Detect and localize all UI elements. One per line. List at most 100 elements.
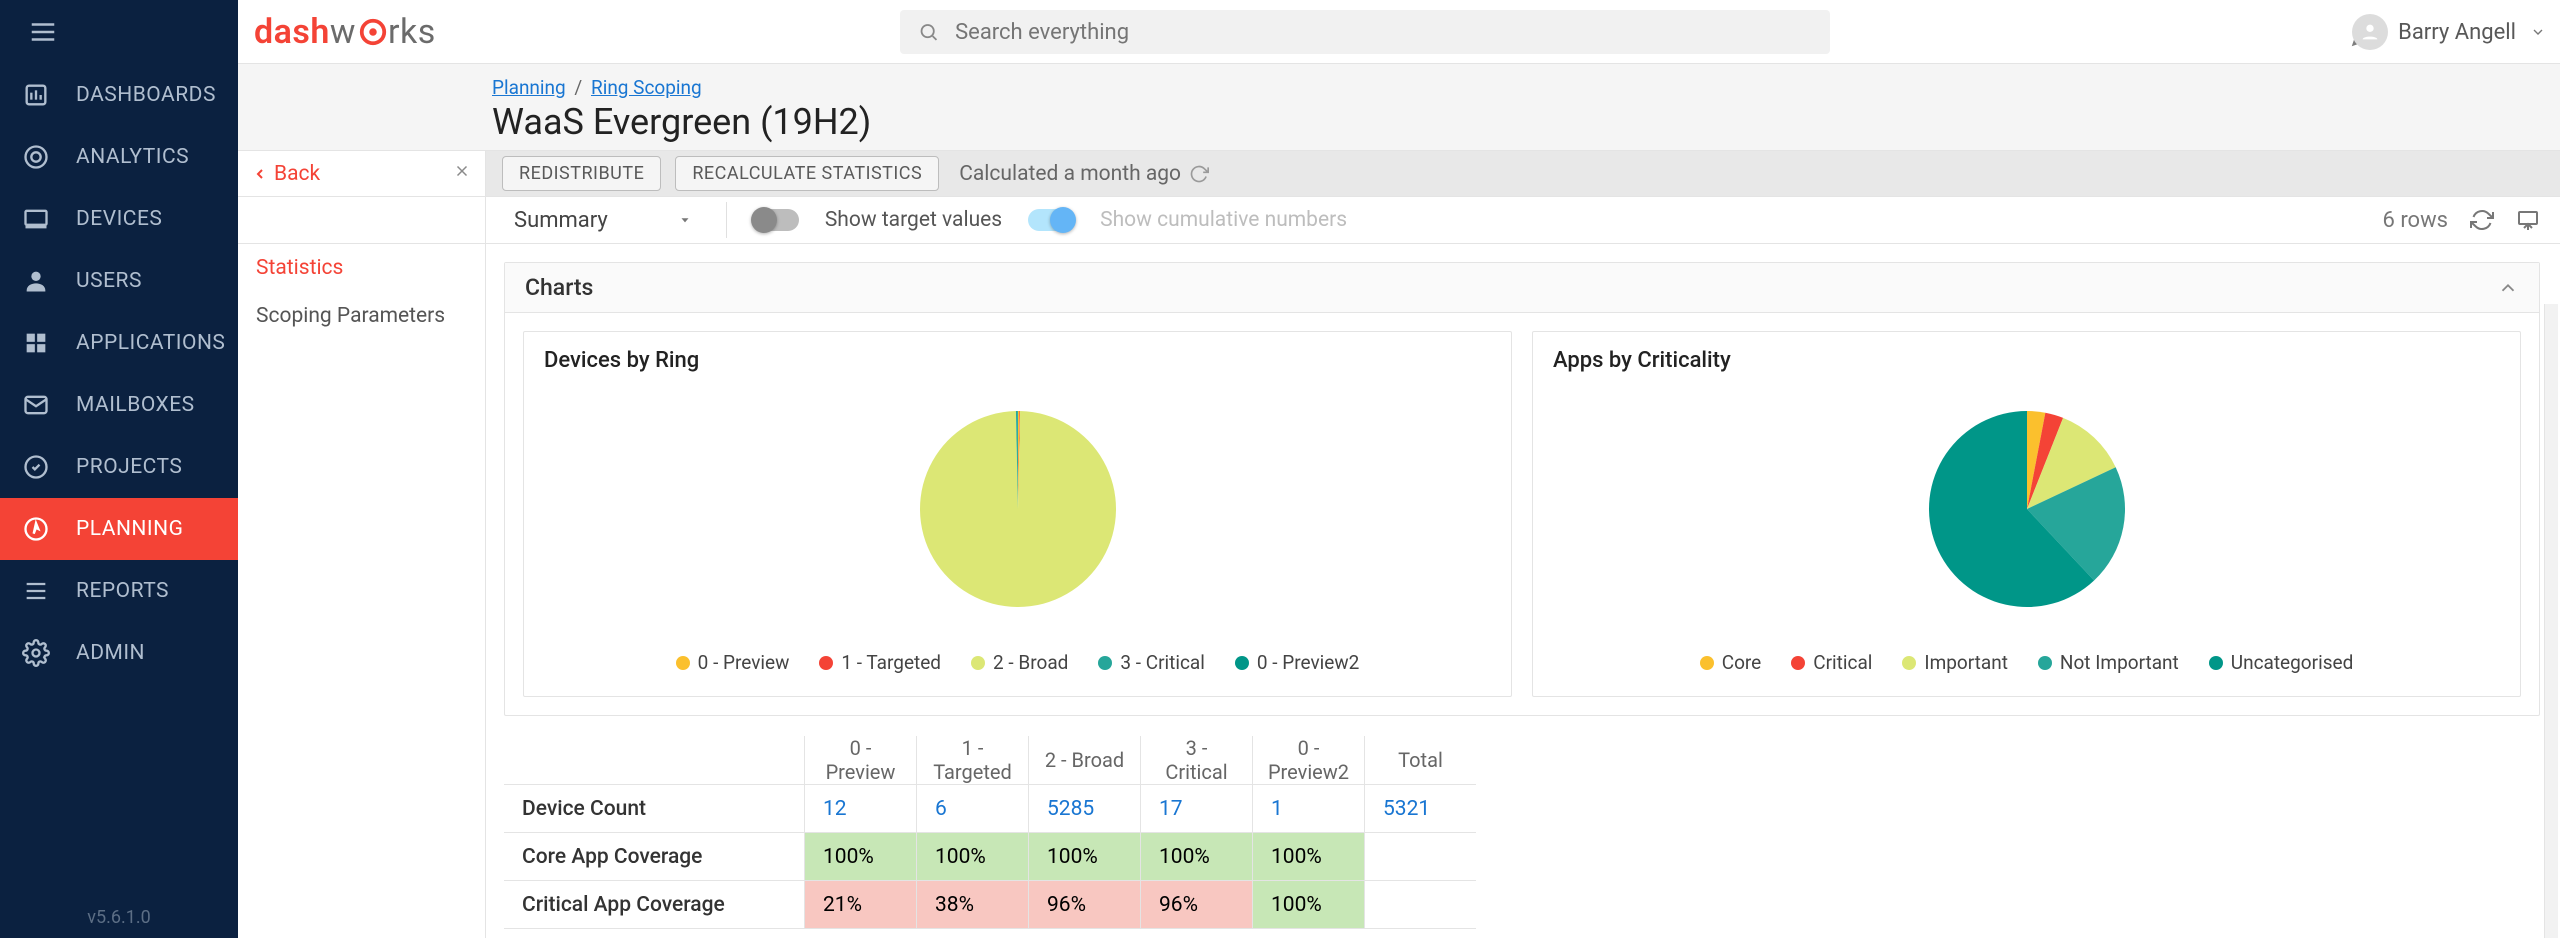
table-cell[interactable]: 5321: [1364, 785, 1476, 833]
search-input[interactable]: [955, 20, 1812, 45]
crumb-planning[interactable]: Planning: [492, 76, 566, 99]
redistribute-button[interactable]: REDISTRIBUTE: [502, 156, 661, 191]
sidebar-item-label: MAILBOXES: [76, 393, 195, 417]
legend-item[interactable]: Important: [1902, 651, 2008, 674]
sidebar-item-admin[interactable]: ADMIN: [0, 622, 238, 684]
pie-chart[interactable]: [524, 377, 1511, 641]
projects-icon: [22, 453, 50, 481]
global-search[interactable]: [900, 10, 1830, 54]
dropdown-caret-icon: [678, 213, 692, 227]
sidebar-item-dashboards[interactable]: DASHBOARDS: [0, 64, 238, 126]
table-cell[interactable]: 6: [916, 785, 1028, 833]
legend-item[interactable]: 3 - Critical: [1098, 651, 1205, 674]
toggle-target-label: Show target values: [825, 208, 1002, 232]
mailboxes-icon: [22, 391, 50, 419]
table-cell[interactable]: 12: [804, 785, 916, 833]
sidebar: DASHBOARDSANALYTICS DEVICES USERS APPLICATI…: [0, 0, 238, 938]
main-content: Charts Devices by Ring0 - Preview1 - Tar…: [486, 244, 2560, 938]
users-icon: [22, 267, 50, 295]
sidebar-item-reports[interactable]: REPORTS: [0, 560, 238, 622]
column-header[interactable]: 2 - Broad: [1028, 736, 1140, 785]
table-cell: 100%: [1252, 881, 1364, 929]
sidebar-item-label: PLANNING: [76, 517, 183, 541]
devices-by-ring-chart: Devices by Ring0 - Preview1 - Targeted2 …: [523, 331, 1512, 697]
sidebar-item-planning[interactable]: PLANNING: [0, 498, 238, 560]
pie-chart[interactable]: [1533, 377, 2520, 641]
sidebar-item-devices[interactable]: DEVICES: [0, 188, 238, 250]
legend-item[interactable]: Core: [1700, 651, 1762, 674]
column-header[interactable]: 1 - Targeted: [916, 736, 1028, 785]
legend-item[interactable]: 0 - Preview: [676, 651, 790, 674]
chart-title: Apps by Criticality: [1533, 332, 2520, 377]
summary-dropdown[interactable]: Summary: [506, 204, 700, 237]
charts-panel: Charts Devices by Ring0 - Preview1 - Tar…: [504, 262, 2540, 716]
legend-swatch: [1235, 656, 1249, 670]
legend-swatch: [1098, 656, 1112, 670]
sidebar-item-label: DEVICES: [76, 207, 162, 231]
table-row: Critical App Coverage21%38%96%96%100%: [504, 881, 1476, 929]
table-cell: 100%: [1140, 833, 1252, 881]
table-cell: [1364, 833, 1476, 881]
column-header[interactable]: 0 - Preview2: [1252, 736, 1364, 785]
table-cell[interactable]: 5285: [1028, 785, 1140, 833]
reports-icon: [22, 577, 50, 605]
left-tabs: Statistics Scoping Parameters: [238, 244, 486, 938]
sidebar-item-label: APPLICATIONS: [76, 331, 225, 355]
sidebar-item-projects[interactable]: PROJECTS: [0, 436, 238, 498]
recalculate-button[interactable]: RECALCULATE STATISTICS: [675, 156, 939, 191]
search-icon: [918, 21, 939, 43]
legend-item[interactable]: Uncategorised: [2209, 651, 2354, 674]
count-link[interactable]: 5285: [1047, 797, 1094, 821]
legend-item[interactable]: 1 - Targeted: [819, 651, 941, 674]
sidebar-item-users[interactable]: USERS: [0, 250, 238, 312]
refresh-small-icon[interactable]: [1189, 164, 1209, 184]
toggle-target-values[interactable]: [753, 209, 799, 231]
crumb-ring-scoping[interactable]: Ring Scoping: [591, 76, 702, 99]
legend-item[interactable]: Critical: [1791, 651, 1872, 674]
tab-scoping-parameters[interactable]: Scoping Parameters: [238, 292, 485, 340]
table-cell[interactable]: 1: [1252, 785, 1364, 833]
close-panel-button[interactable]: [453, 161, 471, 186]
table-row: Device Count12652851715321: [504, 785, 1476, 833]
legend-item[interactable]: 2 - Broad: [971, 651, 1068, 674]
analytics-icon: [22, 143, 50, 171]
count-link[interactable]: 5321: [1383, 797, 1430, 821]
menu-toggle[interactable]: [0, 0, 238, 64]
back-button[interactable]: Back: [252, 162, 320, 186]
hamburger-icon: [28, 17, 58, 47]
column-header[interactable]: 3 - Critical: [1140, 736, 1252, 785]
count-link[interactable]: 1: [1271, 797, 1283, 821]
tab-statistics[interactable]: Statistics: [238, 244, 485, 292]
count-link[interactable]: 6: [935, 797, 947, 821]
count-link[interactable]: 17: [1159, 797, 1183, 821]
table-cell: 96%: [1028, 881, 1140, 929]
legend-swatch: [1902, 656, 1916, 670]
charts-panel-header[interactable]: Charts: [505, 263, 2539, 313]
column-header[interactable]: 0 - Preview: [804, 736, 916, 785]
sidebar-item-analytics[interactable]: ANALYTICS: [0, 126, 238, 188]
breadcrumb: Planning / Ring Scoping: [492, 76, 2560, 99]
legend-item[interactable]: 0 - Preview2: [1235, 651, 1359, 674]
table-cell: 100%: [1252, 833, 1364, 881]
column-header[interactable]: Total: [1364, 736, 1476, 785]
legend-swatch: [676, 656, 690, 670]
export-icon[interactable]: [2516, 208, 2540, 232]
legend-item[interactable]: Not Important: [2038, 651, 2179, 674]
table-cell: 21%: [804, 881, 916, 929]
refresh-icon[interactable]: [2470, 208, 2494, 232]
sidebar-item-mailboxes[interactable]: MAILBOXES: [0, 374, 238, 436]
chevron-up-icon: [2497, 277, 2519, 299]
profile-menu[interactable]: Barry Angell: [2352, 14, 2546, 50]
avatar: [2352, 14, 2388, 50]
row-label: Critical App Coverage: [504, 881, 804, 929]
page-header: Planning / Ring Scoping WaaS Evergreen (…: [238, 64, 2560, 150]
version-label: v5.6.1.0: [0, 899, 238, 938]
sidebar-item-label: PROJECTS: [76, 455, 182, 479]
sidebar-item-applications[interactable]: APPLICATIONS: [0, 312, 238, 374]
count-link[interactable]: 12: [823, 797, 847, 821]
scrollbar[interactable]: [2544, 304, 2558, 938]
table-cell[interactable]: 17: [1140, 785, 1252, 833]
row-count: 6 rows: [2383, 208, 2449, 233]
brand-logo[interactable]: dashwrks: [254, 18, 436, 46]
toggle-cumulative[interactable]: [1028, 209, 1074, 231]
